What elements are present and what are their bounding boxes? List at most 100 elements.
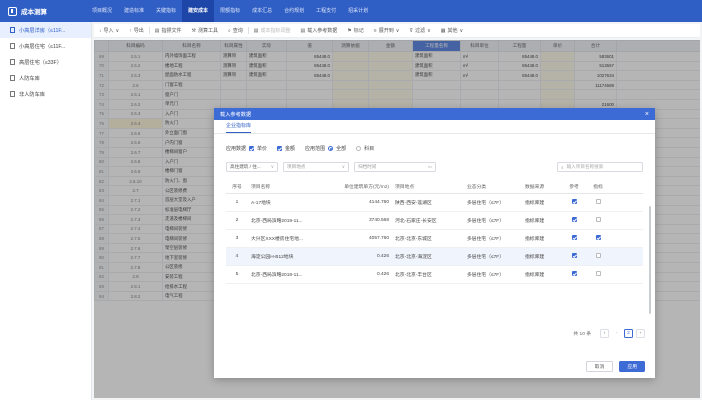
toolbar-button[interactable]: ↑ 导出: [124, 27, 149, 35]
reference-row[interactable]: 4 海淀公园H-B12地块 0.426 北京-北京-海淀区 多层住宅（≤7F） 指标库建: [226, 247, 643, 266]
nav-tab[interactable]: 招采计划: [342, 0, 374, 22]
reference-checkbox[interactable]: [571, 217, 577, 223]
sidebar-item[interactable]: 高层住宅（≤33F）: [0, 54, 91, 70]
reference-checkbox-cell: [562, 211, 586, 230]
nav-tab[interactable]: 合约规划: [278, 0, 310, 22]
toolbar-button[interactable]: ≡ 展开到 ∨: [369, 27, 405, 35]
nav-tab[interactable]: 成本汇总: [246, 0, 278, 22]
apply-button[interactable]: 应用: [619, 361, 645, 372]
nav-tab[interactable]: 限额指标: [214, 0, 246, 22]
toolbar-button-label: 测算工具: [197, 28, 218, 34]
index-checkbox-cell: [586, 229, 610, 248]
row-no: 3: [226, 229, 248, 248]
dialog-footer: 取消 应用: [580, 361, 645, 372]
category-value: 高住建筑 / 住...: [230, 164, 261, 169]
app-name: 成本测算: [21, 9, 47, 16]
chevron-down-icon: ∨: [115, 27, 120, 34]
tab-enterprise-index[interactable]: 企业指标库: [226, 122, 252, 133]
scope-all-radio[interactable]: 全部: [328, 145, 346, 152]
location-select[interactable]: 项目地点 ∨: [283, 162, 349, 172]
dialog-header: 载入参考数据 ×: [214, 108, 655, 120]
data-source: 指标库建: [522, 229, 562, 248]
toolbar-button[interactable]: ⚑ 标记: [342, 27, 369, 35]
next-page-button[interactable]: ›: [636, 329, 645, 338]
reference-row[interactable]: 2 北京-西局滨略2019-11... 3740.568 河北-石家庄-长安区 多层住宅…: [226, 211, 643, 230]
radio-icon: [356, 146, 362, 151]
project-location: 北京-北京-东城区: [392, 229, 464, 248]
sidebar-item[interactable]: 小高层洋房（≤11F...: [0, 22, 91, 38]
sidebar-item[interactable]: 非人防车库: [0, 86, 91, 102]
nav-tab[interactable]: 关键指标: [150, 0, 182, 22]
reference-checkbox[interactable]: [571, 271, 577, 277]
index-checkbox[interactable]: [595, 271, 601, 277]
index-checkbox[interactable]: [595, 199, 601, 205]
toolbar-button[interactable]: ⚒ 测算工具: [186, 27, 223, 35]
chevron-down-icon: ∨: [341, 164, 345, 169]
header-source: 数据来源: [522, 181, 562, 194]
cancel-button[interactable]: 取消: [585, 361, 614, 372]
search-placeholder: 输入项目名称搜索: [566, 164, 604, 169]
scope-subject-label: 科目: [364, 146, 375, 152]
search-icon: ⌕: [227, 27, 231, 34]
current-page-button[interactable]: 2: [624, 329, 633, 338]
app-logo[interactable]: 成本测算: [0, 6, 86, 16]
reference-checkbox[interactable]: [571, 235, 577, 241]
unit-price: 0.426: [330, 265, 392, 284]
reference-row[interactable]: 5 北京-西局滨略2019-11... 0.426 北京-北京-丰台区 多层住宅（≤7F…: [226, 265, 643, 284]
toolbar-button[interactable]: ▦ 其他 ∨: [436, 27, 468, 35]
reference-checkbox[interactable]: [571, 199, 577, 205]
document-icon: [10, 91, 15, 97]
reference-checkbox[interactable]: [571, 253, 577, 259]
dialog-tabs: 企业指标库: [214, 120, 655, 134]
amount-checkbox[interactable]: 金额: [277, 145, 295, 152]
table-scrollbar[interactable]: [649, 206, 651, 314]
close-icon[interactable]: ×: [645, 111, 649, 118]
sidebar-item[interactable]: 小高层住宅（≤11F...: [0, 38, 91, 54]
toolbar-button[interactable]: ▤ 成本指标调整: [249, 27, 296, 35]
doc-icon: ▤: [253, 27, 259, 34]
reference-table: 序号 项目名称 单位建筑单方(元/m2) 项目地点 业态分类 数据来源 参考 指…: [226, 181, 643, 284]
toolbar-button[interactable]: ⌕ 查询: [223, 27, 248, 35]
unit-price: 4144.760: [330, 193, 392, 212]
nav-tab[interactable]: 建造标准: [118, 0, 150, 22]
nav-tab[interactable]: 建安成本: [182, 0, 215, 22]
toolbar-button-label: 指摽文件: [161, 28, 182, 34]
sidebar-item[interactable]: 人防车库: [0, 70, 91, 86]
header-unit-price: 单位建筑单方(元/m2): [330, 181, 392, 194]
project-type: 多层住宅（≤7F）: [464, 247, 522, 266]
document-icon: [10, 43, 15, 49]
scope-subject-radio[interactable]: 科目: [356, 145, 374, 152]
toolbar-button[interactable]: ▤ 指摽文件: [150, 27, 187, 35]
nav-tab[interactable]: 工程支付: [310, 0, 342, 22]
project-type: 多层住宅（≤7F）: [464, 211, 522, 230]
header-spacer: [610, 181, 643, 194]
toolbar-button[interactable]: ↓ 导入 ∨: [94, 27, 124, 35]
pagination: 共 10 条 ‹ · 2 ›: [573, 329, 645, 338]
nav-tab[interactable]: 项目概况: [86, 0, 118, 22]
reference-row[interactable]: 1 A-17地块 4144.760 陕西-西安-莲湖区 多层住宅（≤7F） 指标库建: [226, 193, 643, 212]
document-icon: [10, 59, 15, 65]
index-checkbox[interactable]: [595, 253, 601, 259]
reference-checkbox-cell: [562, 247, 586, 266]
toolbar: ↓ 导入 ∨ ↑ 导出 ▤ 指摽文件 ⚒ 测算工具 ⌕ 查询 ▤ 成本指标调整 ▤ 载入参考数据 ⚑ 标记 ≡ 展开…: [94, 24, 700, 38]
unit-price-checkbox[interactable]: 单价: [249, 145, 267, 152]
index-checkbox[interactable]: [595, 235, 601, 241]
top-nav: 成本测算 项目概况 建造标准 关键指标 建安成本 限额指标 成本汇总 合约规划 工程支付 招采计…: [0, 0, 702, 22]
chevron-down-icon: ∨: [459, 27, 464, 34]
archive-date-picker[interactable]: 归档时间 ▭: [354, 162, 436, 172]
toolbar-button[interactable]: ▤ 载入参考数据: [296, 27, 343, 35]
archive-date-placeholder: 归档时间: [358, 164, 377, 169]
category-select[interactable]: 高住建筑 / 住... ∨: [226, 162, 278, 172]
sidebar-item-label: 非人防车库: [19, 91, 45, 98]
index-checkbox-cell: [586, 265, 610, 284]
project-name: 北京-西局滨略2019-11...: [248, 265, 330, 284]
amount-label: 金额: [285, 146, 296, 152]
reference-row[interactable]: 3 大兴区XXX楼房住宅地... 4057.760 北京-北京-东城区 多层住宅（≤7F…: [226, 229, 643, 248]
project-location: 陕西-西安-莲湖区: [392, 193, 464, 212]
index-checkbox[interactable]: [595, 217, 601, 223]
search-input[interactable]: ⌕ 输入项目名称搜索: [557, 162, 643, 172]
unit-price: 4057.760: [330, 229, 392, 248]
document-icon: [10, 27, 15, 33]
toolbar-button[interactable]: ⊽ 过滤 ∨: [404, 27, 435, 35]
prev-page-button[interactable]: ‹: [600, 329, 609, 338]
